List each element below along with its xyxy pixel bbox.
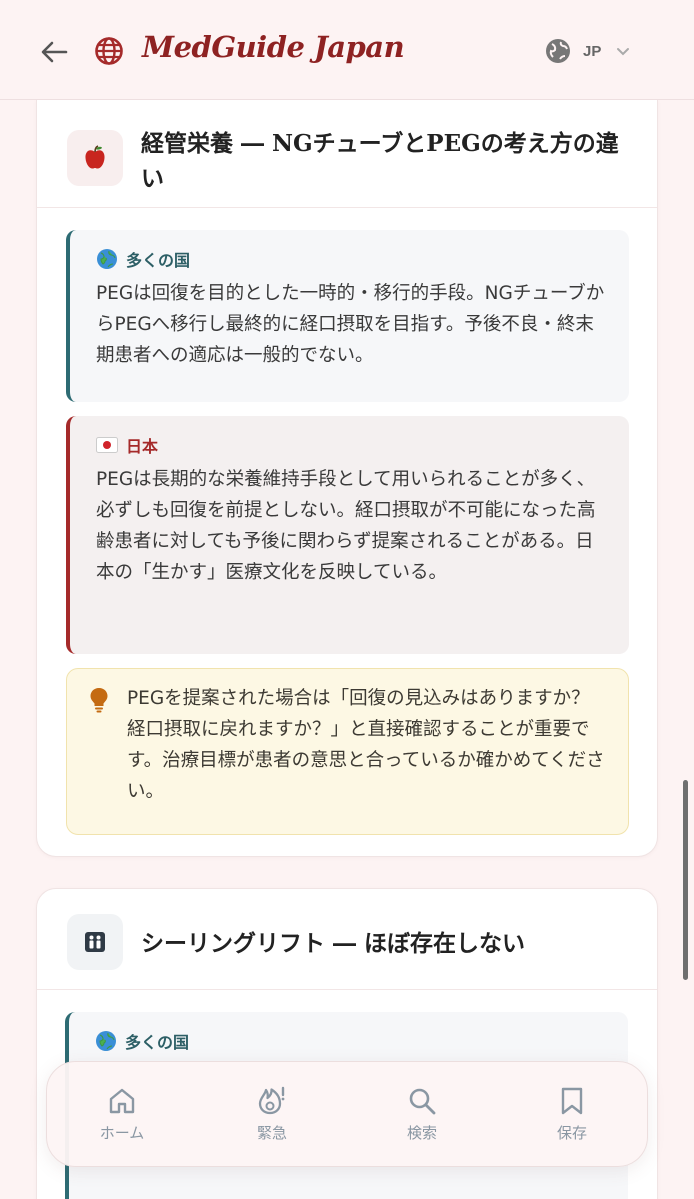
global-practice-section: 多くの国 PEGは回復を目的とした一時的・移行的手段。NGチューブからPEGへ移… bbox=[66, 230, 629, 402]
nav-label: 緊急 bbox=[256, 1123, 287, 1142]
language-code: JP bbox=[583, 42, 602, 60]
section-body: PEGは回復を目的とした一時的・移行的手段。NGチューブからPEGへ移行し最終的… bbox=[96, 283, 605, 366]
section-label: 多くの国 bbox=[96, 246, 609, 272]
japan-practice-section: 日本 PEGは長期的な栄養維持手段として用いられることが多く、必ずしも回復を前提… bbox=[66, 416, 629, 654]
section-label-text: 日本 bbox=[126, 437, 159, 456]
info-card-tube-feeding: 経管栄養 ― NGチューブとPEGの考え方の違い 多くの国 PEGは回復を目的と… bbox=[36, 100, 658, 857]
arrow-left-icon bbox=[41, 41, 68, 63]
nav-label: 検索 bbox=[406, 1123, 437, 1142]
app-header: MedGuide Japan JP bbox=[0, 0, 694, 100]
nav-label: ホーム bbox=[99, 1123, 145, 1142]
bottom-navigation: ホーム 緊急 検索 保存 bbox=[46, 1061, 648, 1167]
bookmark-icon bbox=[561, 1087, 583, 1114]
emergency-icon bbox=[258, 1086, 285, 1114]
home-icon bbox=[109, 1088, 135, 1113]
search-icon bbox=[409, 1088, 436, 1114]
app-screen: MedGuide Japan JP 経管栄養 ― NGチューブとPEGの考え方の… bbox=[0, 0, 694, 1199]
card-title: 経管栄養 ― NGチューブとPEGの考え方の違い bbox=[141, 130, 619, 192]
back-button[interactable] bbox=[34, 32, 74, 72]
apple-icon bbox=[67, 130, 123, 186]
card-header: 経管栄養 ― NGチューブとPEGの考え方の違い bbox=[37, 100, 657, 208]
nav-label: 保存 bbox=[556, 1123, 587, 1142]
nav-item-home[interactable]: ホーム bbox=[47, 1062, 197, 1166]
earth-globe-icon bbox=[96, 1031, 116, 1051]
nav-item-saved[interactable]: 保存 bbox=[497, 1062, 647, 1166]
nav-item-search[interactable]: 検索 bbox=[347, 1062, 497, 1166]
section-label-text: 多くの国 bbox=[126, 251, 191, 270]
elevator-icon bbox=[67, 914, 123, 970]
section-body: PEGは長期的な栄養維持手段として用いられることが多く、必ずしも回復を前提としな… bbox=[96, 469, 596, 583]
card-title: シーリングリフト ― ほぼ存在しない bbox=[141, 930, 526, 957]
app-title: MedGuide Japan bbox=[142, 30, 405, 64]
japan-flag-icon bbox=[96, 437, 118, 453]
chevron-down-icon bbox=[617, 48, 630, 56]
section-label-text: 多くの国 bbox=[125, 1033, 190, 1052]
language-selector[interactable]: JP bbox=[545, 36, 631, 66]
section-label: 多くの国 bbox=[95, 1028, 608, 1054]
scrollbar-thumb[interactable] bbox=[683, 780, 688, 980]
tip-text: PEGを提案された場合は「回復の見込みはありますか？経口摂取に戻れますか？」と直… bbox=[127, 688, 605, 802]
globe-icon bbox=[546, 39, 570, 63]
nav-item-emergency[interactable]: 緊急 bbox=[197, 1062, 347, 1166]
lightbulb-icon bbox=[90, 688, 108, 713]
earth-globe-icon bbox=[97, 249, 117, 269]
tip-box: PEGを提案された場合は「回復の見込みはありますか？経口摂取に戻れますか？」と直… bbox=[66, 668, 629, 835]
card-header: シーリングリフト ― ほぼ存在しない bbox=[37, 889, 657, 990]
globe-logo-icon bbox=[95, 37, 123, 65]
section-label: 日本 bbox=[96, 432, 609, 458]
